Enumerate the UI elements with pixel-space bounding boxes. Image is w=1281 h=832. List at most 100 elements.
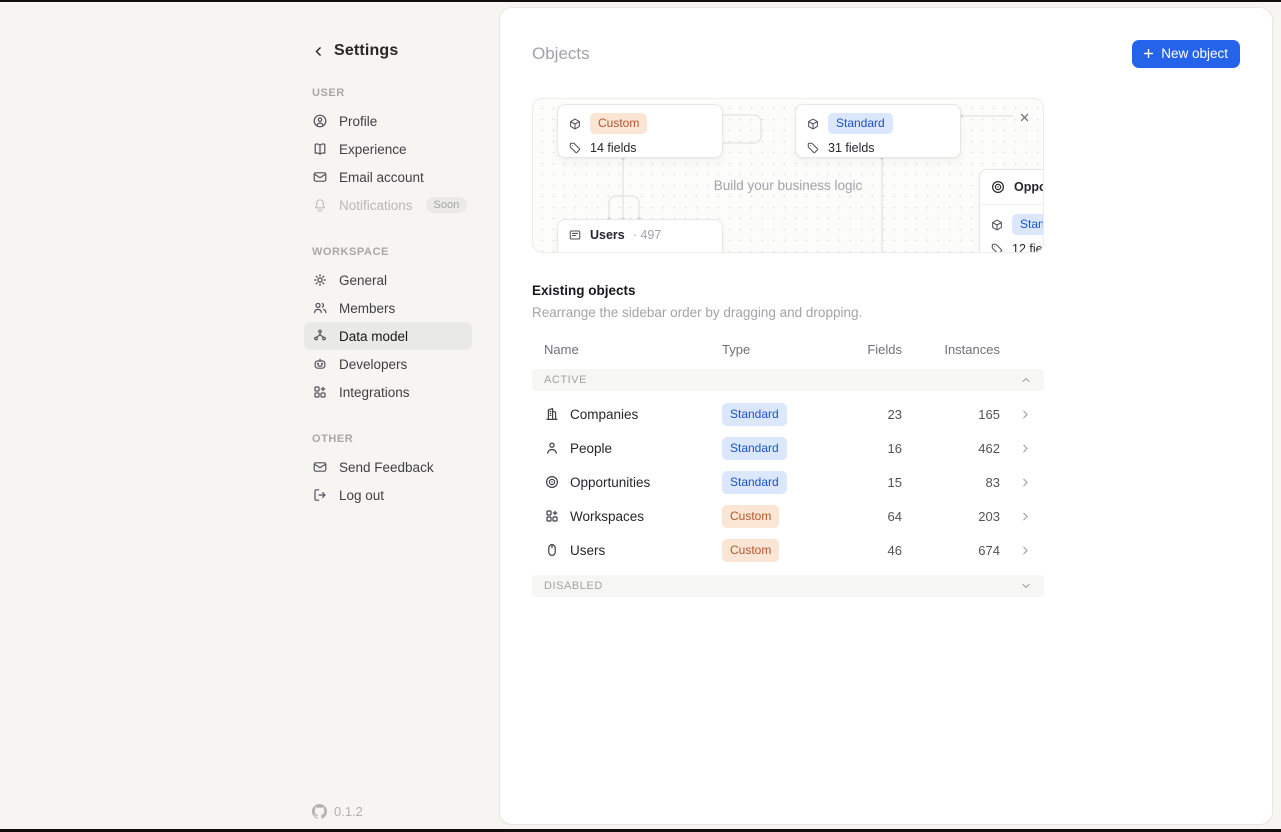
fields-count: 23 [832, 407, 902, 422]
sidebar-item-members[interactable]: Members [304, 294, 472, 322]
column-type: Type [722, 342, 832, 357]
object-name: Workspaces [570, 509, 644, 524]
new-object-label: New object [1161, 46, 1228, 61]
grid-plus-icon [312, 384, 328, 400]
new-object-button[interactable]: New object [1132, 40, 1240, 68]
object-name: Users [570, 543, 605, 558]
type-badge: Standard [722, 471, 787, 494]
type-badge: Custom [590, 113, 647, 134]
fields-count: 15 [832, 475, 902, 490]
tag-icon [990, 242, 1004, 253]
object-name: Users [590, 228, 625, 242]
type-badge: Standard [722, 403, 787, 426]
settings-sidebar: Settings USERProfileExperienceEmail acco… [304, 0, 472, 832]
sidebar-item-log-out[interactable]: Log out [304, 481, 472, 509]
user-circle-icon [312, 113, 328, 129]
existing-objects-subheading: Rearrange the sidebar order by dragging … [532, 305, 1240, 320]
banner-caption: Build your business logic [533, 178, 1043, 193]
cube-icon [990, 218, 1004, 232]
sidebar-item-send-feedback[interactable]: Send Feedback [304, 453, 472, 481]
type-badge: Custom [722, 539, 779, 562]
soon-badge: Soon [426, 197, 468, 213]
fields-count: 31 fields [828, 141, 875, 155]
settings-back-button[interactable]: Settings [312, 42, 472, 60]
sidebar-item-label: General [339, 273, 387, 288]
sidebar-item-label: Developers [339, 357, 407, 372]
tag-icon [568, 141, 582, 155]
group-rows-active: CompaniesStandard23165PeopleStandard1646… [532, 397, 1044, 567]
settings-title: Settings [334, 42, 398, 60]
table-row-workspaces[interactable]: WorkspacesCustom64203 [532, 499, 1044, 533]
sidebar-item-label: Integrations [339, 385, 410, 400]
column-fields: Fields [832, 342, 902, 357]
fields-count: 46 [832, 543, 902, 558]
sidebar-item-label: Log out [339, 488, 384, 503]
object-count: · 497 [633, 228, 662, 242]
sidebar-item-label: Data model [339, 329, 408, 344]
app-version: 0.1.2 [312, 804, 363, 819]
sidebar-item-data-model[interactable]: Data model [304, 322, 472, 350]
sidebar-item-profile[interactable]: Profile [304, 107, 472, 135]
sidebar-section-label: WORKSPACE [312, 246, 472, 258]
object-name: Opportunities [1014, 180, 1044, 194]
gear-icon [312, 272, 328, 288]
sidebar-item-label: Send Feedback [339, 460, 434, 475]
sidebar-item-general[interactable]: General [304, 266, 472, 294]
object-name: People [570, 441, 612, 456]
fields-count: 12 fields [1012, 242, 1044, 253]
fields-count: 16 [832, 441, 902, 456]
data-model-icon [312, 328, 328, 344]
instances-count: 674 [902, 543, 1000, 558]
window-icon [568, 228, 582, 242]
object-name: Companies [570, 407, 638, 422]
sidebar-item-integrations[interactable]: Integrations [304, 378, 472, 406]
building-icon [544, 406, 560, 422]
chevron-right-icon [1019, 442, 1032, 455]
bell-icon [312, 197, 328, 213]
github-icon [312, 804, 327, 819]
sidebar-item-label: Notifications [339, 198, 413, 213]
group-header-active[interactable]: ACTIVE [532, 369, 1044, 391]
panel-header: Objects New object [532, 40, 1240, 68]
tag-icon [806, 141, 820, 155]
group-header-disabled[interactable]: DISABLED [532, 575, 1044, 597]
sidebar-item-experience[interactable]: Experience [304, 135, 472, 163]
sidebar-item-notifications[interactable]: Notifications Soon [304, 191, 472, 219]
sidebar-item-label: Email account [339, 170, 424, 185]
close-icon [1018, 111, 1031, 124]
sidebar-item-developers[interactable]: Developers [304, 350, 472, 378]
mail-icon [312, 169, 328, 185]
grid-plus-icon [544, 508, 560, 524]
chevron-right-icon [1019, 476, 1032, 489]
banner-card-users: Users · 497 [557, 219, 723, 253]
type-badge: Standard [828, 113, 893, 134]
sidebar-item-label: Members [339, 301, 395, 316]
fields-count: 14 fields [590, 141, 637, 155]
table-header: Name Type Fields Instances [532, 337, 1044, 361]
chevron-left-icon [312, 45, 325, 58]
target-icon [990, 179, 1006, 195]
table-row-companies[interactable]: Companies Standard 23165 [532, 397, 1044, 431]
sidebar-section-other: OTHERSend FeedbackLog out [304, 433, 472, 509]
sidebar-section-user: USERProfileExperienceEmail accountNotifi… [304, 87, 472, 219]
instances-count: 165 [902, 407, 1000, 422]
chevron-right-icon [1019, 408, 1032, 421]
table-row-opportunities[interactable]: Opportunities Standard 1583 [532, 465, 1044, 499]
plus-icon [1142, 47, 1155, 60]
instances-count: 203 [902, 509, 1000, 524]
cube-icon [568, 117, 582, 131]
members-icon [312, 300, 328, 316]
table-row-users[interactable]: Users Custom 46674 [532, 533, 1044, 567]
chevron-right-icon [1019, 510, 1032, 523]
type-badge: Custom [722, 505, 779, 528]
chevron-right-icon [1019, 544, 1032, 557]
banner-close-button[interactable] [1014, 107, 1034, 127]
window-top-edge [0, 0, 1281, 2]
table-row-people[interactable]: PeopleStandard16462 [532, 431, 1044, 465]
chevron-up-icon [1020, 374, 1032, 386]
column-instances: Instances [902, 342, 1000, 357]
object-name: Opportunities [570, 475, 650, 490]
sidebar-item-email-account[interactable]: Email account [304, 163, 472, 191]
instances-count: 83 [902, 475, 1000, 490]
chevron-down-icon [1020, 580, 1032, 592]
